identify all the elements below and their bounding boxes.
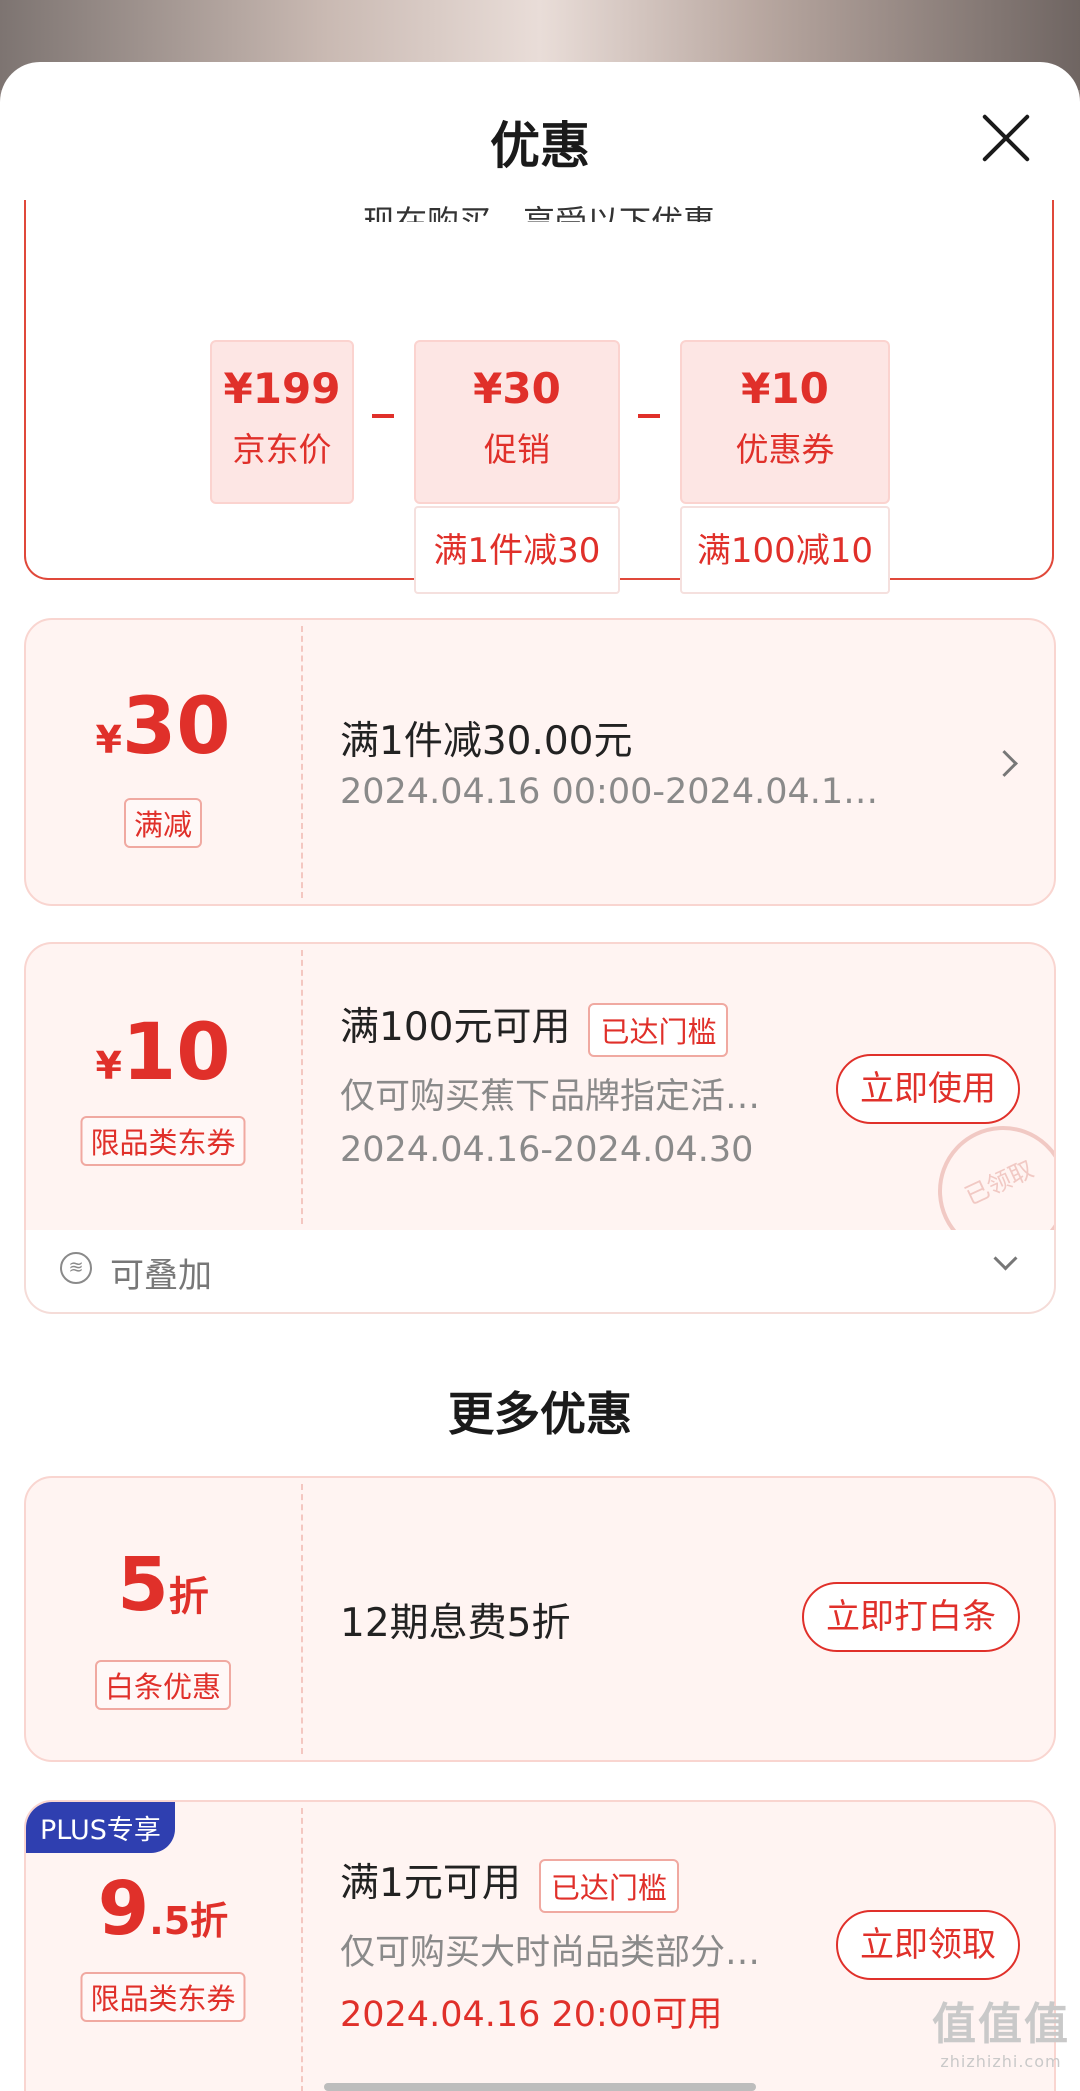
watermark: 值值值 zhizhizhi.com — [932, 1999, 1070, 2071]
more-discounts-title: 更多优惠 — [448, 1387, 632, 1441]
jd-price-amount: ¥199 — [223, 364, 341, 413]
coupon-label: 优惠券 — [735, 430, 835, 469]
coupon-title-row: 满100元可用 已达门槛 — [340, 996, 729, 1057]
jd-price-box: ¥199 京东价 — [210, 340, 354, 504]
coupon-validity: 2024.04.16-2024.04.30 — [340, 1130, 754, 1170]
stacking-label: 可叠加 — [110, 1256, 212, 1296]
coupon-amount: ¥10 — [741, 364, 829, 413]
coupon-value: ¥10 — [95, 1008, 231, 1098]
coupon-card-category: ¥10 限品类东券 满100元可用 已达门槛 仅可购买蕉下品牌指定活… 2024.… — [24, 942, 1056, 1230]
coupon-value: ¥30 — [95, 682, 231, 772]
coupon-value-area: 9.5折 限品类东券 — [26, 1802, 300, 2091]
coupon-box: ¥10 优惠券 — [680, 340, 890, 504]
promotion-box: ¥30 促销 — [414, 340, 620, 504]
close-icon[interactable] — [980, 112, 1032, 164]
sheet-title: 优惠 — [490, 117, 590, 175]
coupon-type-tag: 限品类东券 — [80, 1972, 246, 2022]
coupon-type-tag: 白条优惠 — [94, 1660, 232, 1710]
breakdown-heading: 现在购买，享受以下优惠 — [362, 203, 715, 222]
use-now-button[interactable]: 立即使用 — [836, 1054, 1020, 1124]
coupon-availability: 2024.04.16 20:00可用 — [340, 1995, 723, 2035]
divider — [301, 1484, 303, 1754]
chevron-down-icon[interactable] — [993, 1246, 1018, 1271]
coupon-title: 12期息费5折 — [340, 1601, 571, 1646]
coupon-value-area: ¥30 满减 — [26, 620, 300, 904]
baitiao-card: 5折 白条优惠 12期息费5折 立即打白条 — [24, 1476, 1056, 1762]
coupon-value: 5折 — [117, 1542, 209, 1628]
coupon-value-area: ¥10 限品类东券 — [26, 944, 300, 1230]
minus-icon — [372, 414, 394, 418]
coupon-title: 满100元可用 — [340, 1005, 571, 1050]
jd-price-label: 京东价 — [232, 430, 332, 469]
promotion-amount: ¥30 — [473, 364, 561, 413]
divider — [301, 1808, 303, 2091]
threshold-badge: 已达门槛 — [538, 1858, 679, 1913]
use-baitiao-button[interactable]: 立即打白条 — [802, 1582, 1020, 1652]
coupon-detail: 满100减10 — [680, 506, 890, 594]
threshold-badge: 已达门槛 — [588, 1002, 729, 1057]
divider — [301, 626, 303, 898]
plus-coupon-card: PLUS专享 9.5折 限品类东券 满1元可用 已达门槛 仅可购买大时尚品类部分…… — [24, 1800, 1056, 2091]
chevron-right-icon[interactable] — [991, 750, 1018, 777]
discount-sheet: 优惠 现在购买，享受以下优惠 ¥199 京东价 ¥30 促销 满1件减30 ¥1… — [0, 62, 1080, 2091]
coupon-scope: 仅可购买大时尚品类部分… — [340, 1933, 761, 1973]
coupon-type-tag: 限品类东券 — [80, 1116, 246, 1166]
claim-now-button[interactable]: 立即领取 — [836, 1910, 1020, 1980]
price-breakdown: 现在购买，享受以下优惠 ¥199 京东价 ¥30 促销 满1件减30 ¥10 优… — [24, 200, 1054, 594]
coupon-title: 满1元可用 — [340, 1861, 521, 1906]
coupon-type-tag: 满减 — [123, 798, 203, 848]
minus-icon — [638, 414, 660, 418]
stacking-row[interactable]: ≋ 可叠加 — [24, 1230, 1056, 1314]
promotion-detail: 满1件减30 — [414, 506, 620, 594]
coupon-scope: 仅可购买蕉下品牌指定活… — [340, 1077, 761, 1117]
coupon-title: 满1件减30.00元 — [340, 719, 633, 764]
coupon-value: 9.5折 — [97, 1866, 229, 1952]
divider — [301, 950, 303, 1224]
promotion-label: 促销 — [484, 430, 550, 469]
coupon-title-row: 满1元可用 已达门槛 — [340, 1852, 679, 1913]
coupon-card-full-reduction[interactable]: ¥30 满减 满1件减30.00元 2024.04.16 00:00-2024.… — [24, 618, 1056, 906]
coupon-value-area: 5折 白条优惠 — [26, 1478, 300, 1760]
stack-icon: ≋ — [60, 1252, 92, 1284]
home-indicator[interactable] — [324, 2083, 756, 2091]
coupon-validity: 2024.04.16 00:00-2024.04.1… — [340, 772, 879, 812]
